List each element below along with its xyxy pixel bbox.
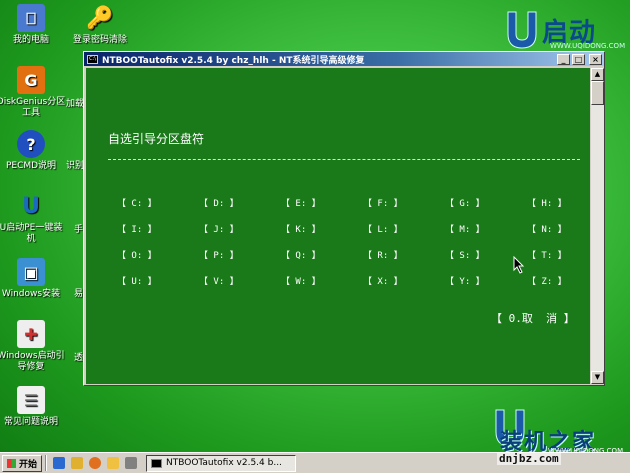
start-label: 开始 <box>18 459 37 470</box>
scroll-thumb[interactable] <box>591 81 604 105</box>
console-icon: C:\ <box>87 54 98 64</box>
minimize-button[interactable]: _ <box>557 53 570 65</box>
maximize-button[interactable]: □ <box>572 53 585 65</box>
desktop-icon-my-computer[interactable]: ⎕ 我的电脑 <box>0 4 66 46</box>
folder-icon[interactable] <box>107 457 119 469</box>
drive-option-p[interactable]: 【 P: 】 <box>199 248 281 261</box>
cancel-option[interactable]: 【 0.取 消 】 <box>491 310 575 326</box>
help-icon: ? <box>17 130 45 158</box>
close-button[interactable]: × <box>589 53 602 65</box>
diskgenius-icon: G <box>17 66 45 94</box>
drive-option-l[interactable]: 【 L: 】 <box>363 222 445 235</box>
desktop-icon-uqidong-install[interactable]: U U启动PE一键装机 <box>0 192 66 245</box>
desktop-label-partial: 手 <box>74 225 84 235</box>
key-icon: 🔑 <box>86 5 114 31</box>
drive-option-x[interactable]: 【 X: 】 <box>363 274 445 287</box>
drive-option-w[interactable]: 【 W: 】 <box>281 274 363 287</box>
desktop-icon-pecmd[interactable]: ? PECMD说明 <box>0 130 66 172</box>
desktop-icon-label: DiskGenius分区工具 <box>0 97 66 118</box>
drive-option-o[interactable]: 【 O: 】 <box>117 248 199 261</box>
ie-icon[interactable] <box>53 457 65 469</box>
console-area[interactable]: 自选引导分区盘符 【 C: 】 【 D: 】 【 E: 】 【 F: 】 【 G… <box>86 68 590 384</box>
desktop-icon-label: PECMD说明 <box>5 161 57 171</box>
drive-option-r[interactable]: 【 R: 】 <box>363 248 445 261</box>
start-button[interactable]: 开始 <box>2 454 42 472</box>
drive-grid: 【 C: 】 【 D: 】 【 E: 】 【 F: 】 【 G: 】 【 H: … <box>117 196 577 287</box>
window-title: NTBOOTautofix v2.5.4 by chz_hlh - NT系统引导… <box>102 55 365 66</box>
tools-icon[interactable] <box>125 457 137 469</box>
ntbootautofix-window[interactable]: C:\ NTBOOTautofix v2.5.4 by chz_hlh - NT… <box>83 51 605 386</box>
drive-option-f[interactable]: 【 F: 】 <box>363 196 445 209</box>
dashed-divider <box>108 159 580 160</box>
document-icon: ☰ <box>17 386 45 414</box>
desktop-icon-label: U启动PE一键装机 <box>0 223 63 244</box>
taskbar-window-button[interactable]: NTBOOTautofix v2.5.4 b... <box>146 454 296 472</box>
desktop-icon-diskgenius[interactable]: G DiskGenius分区工具 <box>0 66 66 119</box>
windows-install-icon: ▣ <box>17 258 45 286</box>
desktop-icon-label: Windows启动引导修复 <box>0 351 65 372</box>
drive-option-k[interactable]: 【 K: 】 <box>281 222 363 235</box>
desktop-icon-label: 登录密码清除 <box>72 35 127 45</box>
desktop-icon-boot-repair[interactable]: ✚ Windows启动引导修复 <box>0 320 66 373</box>
uqidong-logo-icon <box>507 11 537 49</box>
console-heading: 自选引导分区盘符 <box>108 132 205 146</box>
drive-option-v[interactable]: 【 V: 】 <box>199 274 281 287</box>
drive-option-j[interactable]: 【 J: 】 <box>199 222 281 235</box>
computer-icon: ⎕ <box>17 4 45 32</box>
uqidong-icon: U <box>22 193 40 219</box>
scroll-down-arrow-icon[interactable]: ▼ <box>591 371 604 384</box>
watermark-url: dnjbz.com <box>497 452 561 465</box>
drive-option-i[interactable]: 【 I: 】 <box>117 222 199 235</box>
logo-url: WWW.UQIDONG.COM <box>550 42 626 50</box>
drive-option-u[interactable]: 【 U: 】 <box>117 274 199 287</box>
taskbar-separator <box>45 455 47 471</box>
vertical-scrollbar[interactable]: ▲ ▼ <box>591 68 604 384</box>
drive-option-m[interactable]: 【 M: 】 <box>445 222 527 235</box>
desktop-label-partial: 易 <box>74 289 84 299</box>
desktop-label-partial: 透 <box>74 353 84 363</box>
task-label: NTBOOTautofix v2.5.4 b... <box>166 458 282 468</box>
desktop-icon-label: 常见问题说明 <box>3 417 58 427</box>
media-icon[interactable] <box>89 457 101 469</box>
uqidong-logo: 启动 WWW.UQIDONG.COM <box>502 8 625 50</box>
window-titlebar[interactable]: C:\ NTBOOTautofix v2.5.4 by chz_hlh - NT… <box>84 52 604 66</box>
desktop-icon-label: 我的电脑 <box>12 35 49 45</box>
desktop-icon-windows-install[interactable]: ▣ Windows安装 <box>0 258 66 300</box>
desktop-label-partial: 加载 <box>66 99 85 109</box>
desktop-icon-label: Windows安装 <box>1 289 61 299</box>
drive-option-d[interactable]: 【 D: 】 <box>199 196 281 209</box>
windows-flag-icon <box>6 458 16 468</box>
drive-option-e[interactable]: 【 E: 】 <box>281 196 363 209</box>
desktop-icon-faq[interactable]: ☰ 常见问题说明 <box>0 386 66 428</box>
mouse-cursor-icon <box>513 256 525 274</box>
desktop-label-partial: 识别 <box>66 161 85 171</box>
desktop-icon-password-clear[interactable]: 🔑 登录密码清除 <box>60 4 140 46</box>
explorer-icon[interactable] <box>71 457 83 469</box>
console-icon <box>151 458 162 468</box>
drive-option-y[interactable]: 【 Y: 】 <box>445 274 527 287</box>
drive-option-c[interactable]: 【 C: 】 <box>117 196 199 209</box>
scroll-up-arrow-icon[interactable]: ▲ <box>591 68 604 81</box>
drive-option-q[interactable]: 【 Q: 】 <box>281 248 363 261</box>
boot-repair-icon: ✚ <box>17 320 45 348</box>
drive-option-g[interactable]: 【 G: 】 <box>445 196 527 209</box>
